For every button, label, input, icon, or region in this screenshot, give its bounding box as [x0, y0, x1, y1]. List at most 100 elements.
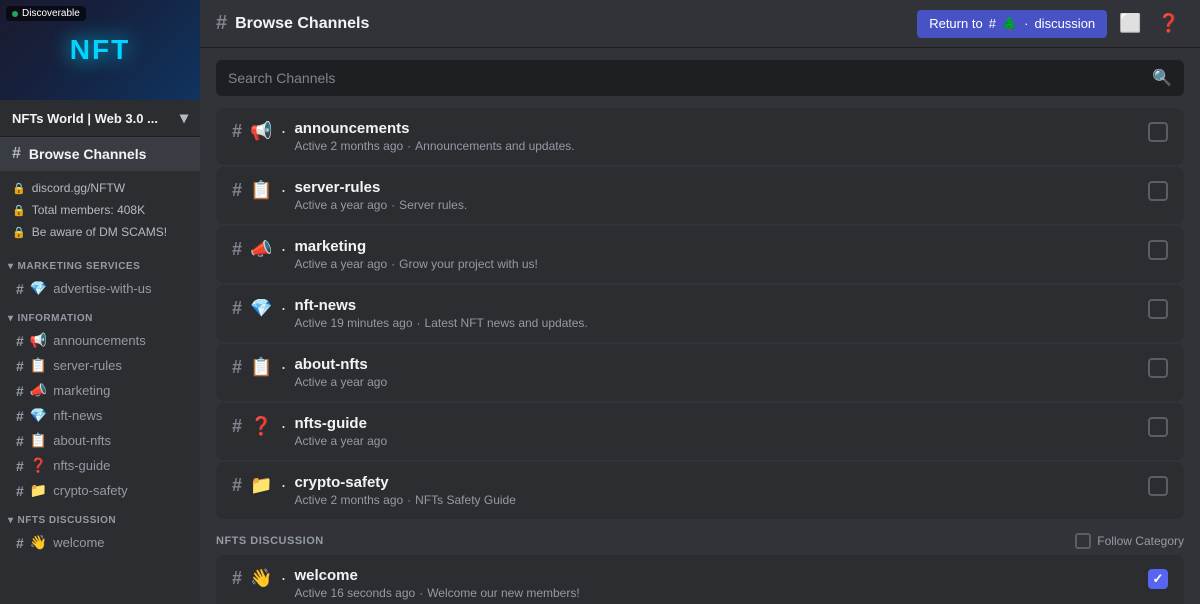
- return-to-button[interactable]: Return to # 🌲 · discussion: [917, 10, 1107, 38]
- channel-hash-icon: #: [16, 281, 24, 297]
- channel-hash-icon: #: [16, 483, 24, 499]
- channel-checkbox[interactable]: [1148, 299, 1168, 319]
- channel-checkbox[interactable]: [1148, 476, 1168, 496]
- channel-item-left: # 💎 · nft-news Active 19 minutes ago · L…: [232, 297, 1148, 330]
- channel-meta: Active 19 minutes ago · Latest NFT news …: [294, 316, 1148, 330]
- meta-dot: ·: [419, 586, 423, 600]
- channels-list: # 📢 · announcements Active 2 months ago …: [200, 108, 1200, 604]
- channel-dot: ·: [280, 416, 286, 437]
- follow-category-button[interactable]: Follow Category: [1075, 533, 1184, 549]
- search-input[interactable]: [228, 70, 1144, 86]
- channel-emoji: ❓: [30, 457, 47, 474]
- channel-dot: ·: [280, 180, 286, 201]
- channel-info: server-rules Active a year ago · Server …: [294, 179, 1148, 212]
- channel-item-announcements[interactable]: # 📢 · announcements Active 2 months ago …: [216, 108, 1184, 165]
- channel-name: crypto-safety: [294, 474, 388, 491]
- channel-hash-icon: #: [16, 535, 24, 551]
- channel-name: marketing: [294, 238, 366, 255]
- channel-emoji: 📋: [30, 357, 47, 374]
- channel-info: announcements Active 2 months ago · Anno…: [294, 120, 1148, 153]
- sidebar-channel-server-rules[interactable]: # 📋 server-rules: [4, 354, 196, 377]
- sidebar-channel-welcome[interactable]: # 👋 welcome: [4, 531, 196, 554]
- return-dot: ·: [1024, 16, 1028, 31]
- discoverable-label: Discoverable: [22, 8, 80, 19]
- channel-checkbox[interactable]: [1148, 417, 1168, 437]
- caret-icon-2: ▾: [8, 313, 14, 324]
- discord-link: discord.gg/NFTW: [32, 181, 125, 195]
- sidebar-info-members: 🔒 Total members: 408K: [0, 199, 200, 221]
- channel-checkbox-checked[interactable]: ✓: [1148, 569, 1168, 589]
- channel-item-about-nfts[interactable]: # 📋 · about-nfts Active a year ago: [216, 344, 1184, 401]
- channel-dot: ·: [280, 239, 286, 260]
- channel-name: about-nfts: [53, 433, 111, 448]
- channel-desc: NFTs Safety Guide: [415, 493, 516, 507]
- channel-desc: Announcements and updates.: [415, 139, 574, 153]
- channel-meta: Active 2 months ago · Announcements and …: [294, 139, 1148, 153]
- channel-emoji-extra: 📁: [250, 475, 272, 496]
- channel-checkbox[interactable]: [1148, 358, 1168, 378]
- category-information[interactable]: ▾ INFORMATION: [0, 301, 200, 328]
- channel-name: announcements: [294, 120, 409, 137]
- server-header[interactable]: NFTs World | Web 3.0 ... ▾: [0, 100, 200, 137]
- server-name: NFTs World | Web 3.0 ...: [12, 111, 158, 126]
- channel-item-left: # 📋 · server-rules Active a year ago · S…: [232, 179, 1148, 212]
- channel-info: nft-news Active 19 minutes ago · Latest …: [294, 297, 1148, 330]
- channel-checkbox[interactable]: [1148, 240, 1168, 260]
- sidebar-channel-crypto-safety[interactable]: # 📁 crypto-safety: [4, 479, 196, 502]
- server-banner[interactable]: NFT Discoverable: [0, 0, 200, 100]
- follow-checkbox: [1075, 533, 1091, 549]
- channel-name: server-rules: [53, 358, 122, 373]
- channel-emoji-main: ·: [280, 121, 286, 142]
- category-marketing-services[interactable]: ▾ MARKETING SERVICES: [0, 249, 200, 276]
- help-icon-button[interactable]: ❓: [1154, 9, 1184, 38]
- category-label-3: NFTS DISCUSSION: [18, 515, 117, 526]
- channel-item-left: # 📢 · announcements Active 2 months ago …: [232, 120, 1148, 153]
- lock-icon: 🔒: [12, 182, 26, 195]
- caret-icon-3: ▾: [8, 515, 14, 526]
- channel-item-crypto-safety[interactable]: # 📁 · crypto-safety Active 2 months ago …: [216, 462, 1184, 519]
- header-actions: Return to # 🌲 · discussion ⬜ ❓: [917, 9, 1184, 38]
- meta-dot: ·: [391, 198, 395, 212]
- scam-warning: Be aware of DM SCAMS!: [32, 225, 167, 239]
- channel-time: Active a year ago: [294, 257, 387, 271]
- sidebar-browse-channels[interactable]: # Browse Channels: [0, 137, 200, 171]
- channel-checkbox[interactable]: [1148, 181, 1168, 201]
- channel-time: Active 2 months ago: [294, 139, 403, 153]
- channel-hash-icon: #: [16, 458, 24, 474]
- channel-checkbox[interactable]: [1148, 122, 1168, 142]
- channel-item-marketing[interactable]: # 📣 · marketing Active a year ago · Grow…: [216, 226, 1184, 283]
- sidebar-channel-nft-news[interactable]: # 💎 nft-news: [4, 404, 196, 427]
- sidebar-channel-advertise-with-us[interactable]: # 💎 advertise-with-us: [4, 277, 196, 300]
- channel-item-nft-news[interactable]: # 💎 · nft-news Active 19 minutes ago · L…: [216, 285, 1184, 342]
- channel-item-nfts-guide[interactable]: # ❓ · nfts-guide Active a year ago: [216, 403, 1184, 460]
- channel-item-left: # ❓ · nfts-guide Active a year ago: [232, 415, 1148, 448]
- hash-icon: #: [12, 145, 21, 163]
- channel-desc: Welcome our new members!: [427, 586, 580, 600]
- channel-name: about-nfts: [294, 356, 367, 373]
- channel-item-left: # 👋 · welcome Active 16 seconds ago · We…: [232, 567, 1148, 600]
- return-server-emoji: 🌲: [1002, 16, 1018, 32]
- sidebar-channel-about-nfts[interactable]: # 📋 about-nfts: [4, 429, 196, 452]
- channel-hash-icon: #: [16, 333, 24, 349]
- browse-channels-label: Browse Channels: [29, 146, 146, 162]
- channel-name: nft-news: [53, 408, 102, 423]
- sidebar-channel-announcements[interactable]: # 📢 announcements: [4, 329, 196, 352]
- channel-time: Active 16 seconds ago: [294, 586, 415, 600]
- category-label-2: INFORMATION: [18, 313, 93, 324]
- channel-desc: Grow your project with us!: [399, 257, 538, 271]
- channel-item-server-rules[interactable]: # 📋 · server-rules Active a year ago · S…: [216, 167, 1184, 224]
- category-nfts-discussion[interactable]: ▾ NFTS DISCUSSION: [0, 503, 200, 530]
- channel-meta: Active a year ago · Grow your project wi…: [294, 257, 1148, 271]
- sidebar-info-discord: 🔒 discord.gg/NFTW: [0, 177, 200, 199]
- channel-name: advertise-with-us: [53, 281, 151, 296]
- sidebar-channel-marketing[interactable]: # 📣 marketing: [4, 379, 196, 402]
- sidebar-channel-nfts-guide[interactable]: # ❓ nfts-guide: [4, 454, 196, 477]
- channel-name: announcements: [53, 333, 146, 348]
- banner-logo: NFT: [70, 34, 130, 66]
- channel-time: Active a year ago: [294, 434, 387, 448]
- channel-item-welcome[interactable]: # 👋 · welcome Active 16 seconds ago · We…: [216, 555, 1184, 604]
- channel-item-left: # 📋 · about-nfts Active a year ago: [232, 356, 1148, 389]
- display-icon-button[interactable]: ⬜: [1115, 9, 1145, 38]
- discoverable-badge: Discoverable: [6, 6, 86, 21]
- meta-dot: ·: [417, 316, 421, 330]
